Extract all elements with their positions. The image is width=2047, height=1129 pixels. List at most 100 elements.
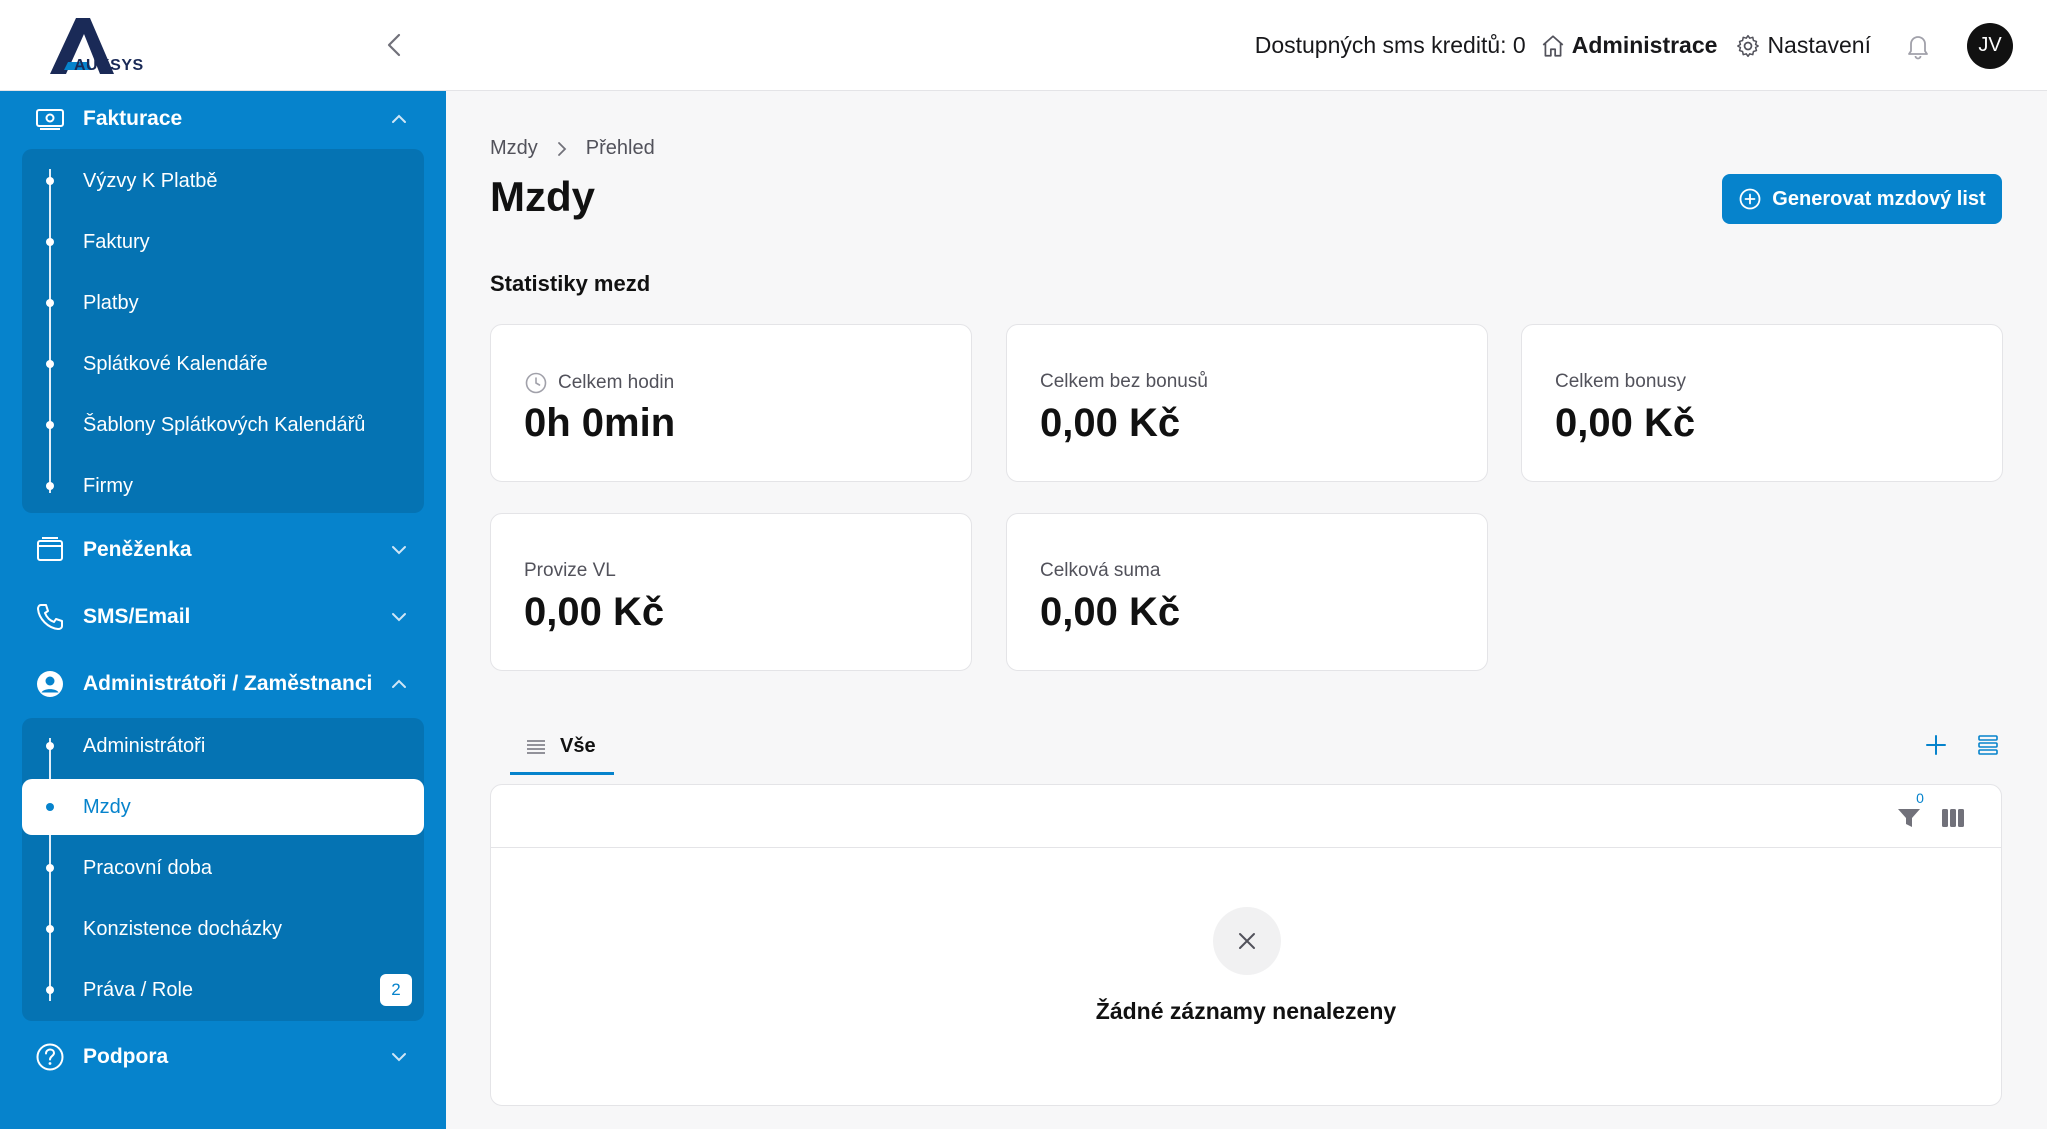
sidebar-item-konzistence[interactable]: Konzistence docházky <box>22 901 424 957</box>
chevron-down-icon <box>392 613 406 622</box>
stat-label-row: Celkem bonusy <box>1555 371 1686 393</box>
chevron-up-icon <box>392 114 406 123</box>
stat-value: 0,00 Kč <box>1040 401 1181 445</box>
stat-label: Celkem bez bonusů <box>1040 371 1208 392</box>
plus-circle-icon <box>1739 188 1761 210</box>
stat-label: Celková suma <box>1040 560 1161 581</box>
submenu-admins: Administrátoři Mzdy Pracovní doba Konzis… <box>22 718 424 1021</box>
stat-label-row: Celkem hodin <box>524 371 674 395</box>
generate-payslip-button[interactable]: Generovat mzdový list <box>1722 174 2002 224</box>
chevron-right-icon <box>557 141 567 156</box>
roles-count-badge: 2 <box>380 974 412 1006</box>
stat-card-total-hours: Celkem hodin 0h 0min <box>490 324 972 482</box>
page-title: Mzdy <box>490 173 595 220</box>
stat-value: 0,00 Kč <box>524 590 665 634</box>
sidebar-section-sms-email[interactable]: SMS/Email <box>0 589 446 645</box>
sidebar-item-label: Splátkové Kalendáře <box>83 352 268 375</box>
sidebar-item-label: Firmy <box>83 474 133 497</box>
stat-label: Provize VL <box>524 560 616 581</box>
logo-text: AUKSYS <box>74 57 144 74</box>
sidebar-item-label: Administrátoři <box>83 734 206 757</box>
sidebar-item-vyzvy[interactable]: Výzvy K Platbě <box>22 153 424 209</box>
sidebar-item-label: Pracovní doba <box>83 856 212 879</box>
sidebar-section-label: SMS/Email <box>83 605 191 628</box>
bullet-dot <box>46 360 54 368</box>
sidebar-item-label: Šablony Splátkových Kalendářů <box>83 413 366 436</box>
sidebar-section-fakturace[interactable]: Fakturace <box>0 91 446 147</box>
table-toolbar: 0 <box>491 785 2001 848</box>
sidebar-section-label: Administrátoři / Zaměstnanci <box>83 672 373 695</box>
breadcrumb-item-mzdy[interactable]: Mzdy <box>490 137 538 160</box>
chevron-down-icon <box>392 1053 406 1062</box>
stat-card-provize-vl: Provize VL 0,00 Kč <box>490 513 972 671</box>
sidebar-item-label: Faktury <box>83 230 150 253</box>
stat-label-row: Celková suma <box>1040 560 1160 582</box>
bullet-dot <box>46 803 54 811</box>
generate-payslip-label: Generovat mzdový list <box>1772 187 1986 210</box>
nastaveni-label: Nastavení <box>1767 32 1871 58</box>
top-bar: AUKSYS Dostupných sms kreditů: 0 Adminis… <box>0 0 2047 91</box>
stat-card-total-without-bonus: Celkem bez bonusů 0,00 Kč <box>1006 324 1488 482</box>
empty-state-icon <box>1213 907 1281 975</box>
user-circle-icon <box>37 671 63 697</box>
stat-label-row: Celkem bez bonusů <box>1040 371 1208 393</box>
clock-icon <box>525 372 547 394</box>
sidebar-section-label: Fakturace <box>83 107 183 130</box>
plus-icon[interactable] <box>1922 731 1950 759</box>
stat-label-row: Provize VL <box>524 560 616 582</box>
stat-label: Celkem bonusy <box>1555 371 1686 392</box>
stat-label: Celkem hodin <box>558 372 675 393</box>
tab-actions <box>1922 731 2002 759</box>
sidebar: Fakturace Výzvy K Platbě Faktury Platby … <box>0 91 446 1129</box>
tab-all[interactable]: Vše <box>510 721 614 775</box>
bullet-dot <box>46 925 54 933</box>
sidebar-item-splatkove-kalendare[interactable]: Splátkové Kalendáře <box>22 336 424 392</box>
wallet-icon <box>37 537 63 561</box>
main-content: Mzdy Přehled Mzdy Generovat mzdový list … <box>446 91 2047 1129</box>
columns-icon[interactable] <box>1939 804 1967 832</box>
home-icon <box>1542 34 1564 57</box>
nastaveni-link[interactable]: Nastavení <box>1735 32 1871 59</box>
chevron-down-icon <box>392 546 406 555</box>
sidebar-section-penezenka[interactable]: Peněženka <box>0 522 446 578</box>
stat-card-total-bonus: Celkem bonusy 0,00 Kč <box>1521 324 2003 482</box>
sidebar-item-faktury[interactable]: Faktury <box>22 214 424 270</box>
submenu-fakturace: Výzvy K Platbě Faktury Platby Splátkové … <box>22 149 424 513</box>
sidebar-item-firmy[interactable]: Firmy <box>22 458 424 514</box>
stat-value: 0,00 Kč <box>1040 590 1181 634</box>
sidebar-item-platby[interactable]: Platby <box>22 275 424 331</box>
bullet-dot <box>46 482 54 490</box>
stat-value: 0h 0min <box>524 401 676 445</box>
filter-count-badge: 0 <box>1909 787 1931 809</box>
bell-icon[interactable] <box>1903 31 1933 61</box>
sidebar-item-administratori[interactable]: Administrátoři <box>22 718 424 774</box>
sidebar-item-prava-role[interactable]: Práva / Role 2 <box>22 962 424 1018</box>
breadcrumb: Mzdy Přehled <box>490 137 655 160</box>
sidebar-section-label: Podpora <box>83 1045 169 1068</box>
stat-card-total-sum: Celková suma 0,00 Kč <box>1006 513 1488 671</box>
sidebar-item-label: Výzvy K Platbě <box>83 169 218 192</box>
sidebar-section-podpora[interactable]: Podpora <box>0 1029 446 1085</box>
breadcrumb-item-prehled: Přehled <box>585 137 655 159</box>
bullet-dot <box>46 177 54 185</box>
sidebar-item-sablony[interactable]: Šablony Splátkových Kalendářů <box>22 397 424 453</box>
rows-icon[interactable] <box>1974 731 2002 759</box>
sidebar-item-pracovni-doba[interactable]: Pracovní doba <box>22 840 424 896</box>
sidebar-item-label: Konzistence docházky <box>83 917 283 940</box>
bullet-dot <box>46 238 54 246</box>
sidebar-item-label: Práva / Role <box>83 978 194 1001</box>
administrace-link[interactable]: Administrace <box>1540 32 1717 59</box>
sidebar-section-label: Peněženka <box>83 538 192 561</box>
table-card: 0 Žádné záznamy nenalezeny <box>490 784 2002 1106</box>
sidebar-item-mzdy[interactable]: Mzdy <box>22 779 424 835</box>
chevron-up-icon <box>392 679 406 688</box>
collapse-sidebar-button[interactable] <box>380 30 410 60</box>
phone-icon <box>37 604 63 630</box>
bullet-dot <box>46 299 54 307</box>
bullet-dot <box>46 864 54 872</box>
empty-state-message: Žádné záznamy nenalezeny <box>1095 998 1397 1024</box>
close-icon <box>1239 933 1255 949</box>
avatar[interactable]: JV <box>1967 22 2013 69</box>
sidebar-item-label: Mzdy <box>83 795 131 818</box>
sidebar-section-admins[interactable]: Administrátoři / Zaměstnanci <box>0 656 446 712</box>
